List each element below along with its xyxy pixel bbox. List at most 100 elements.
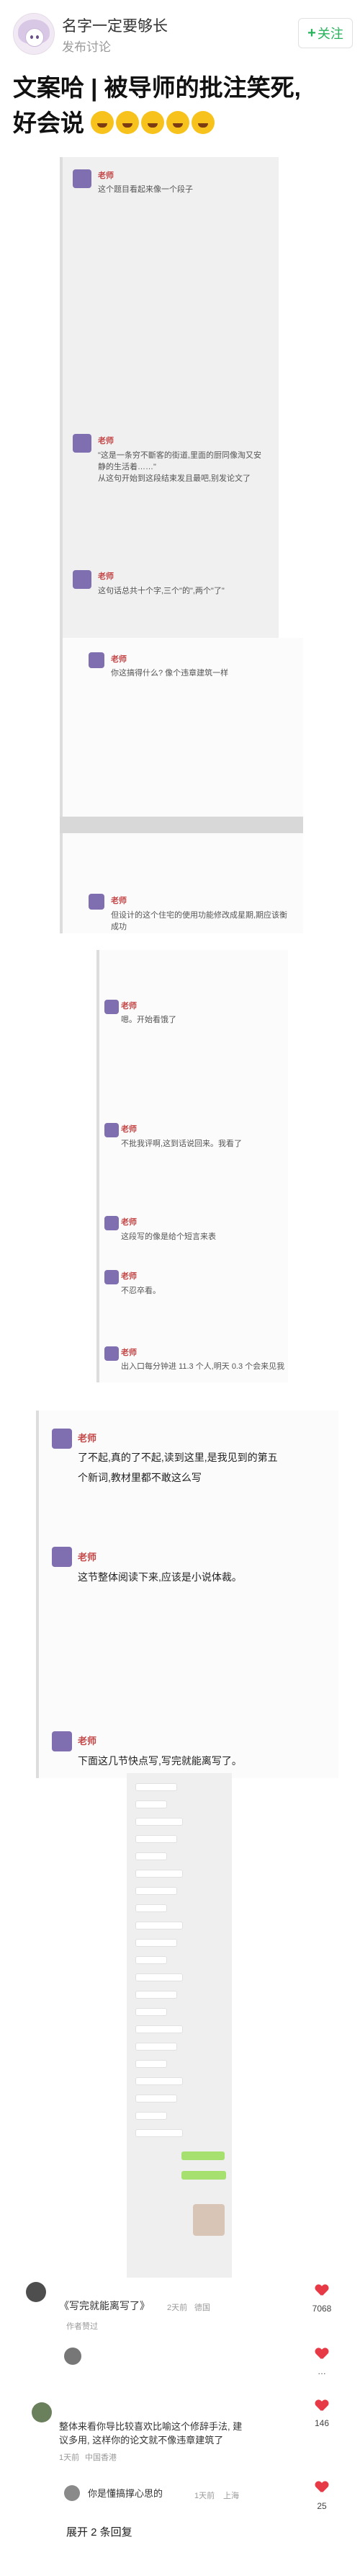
like-heart-icon[interactable] bbox=[315, 2482, 328, 2493]
comment-screenshot-1 bbox=[60, 157, 279, 640]
chat-message-line bbox=[135, 2025, 183, 2033]
commenter-avatar[interactable] bbox=[64, 2485, 80, 2501]
author-name[interactable]: 名字一定要够长 bbox=[62, 14, 168, 36]
post-subtitle: 发布讨论 bbox=[62, 40, 111, 54]
comment-time: 2天前 bbox=[167, 2304, 188, 2312]
annotation-text: 你这搞得什么? 像个违章建筑一样 bbox=[111, 669, 229, 678]
like-count: 25 bbox=[317, 2501, 327, 2511]
comment-text: 整体来看你导比较喜欢比喻这个修辞手法, 建 bbox=[59, 2421, 243, 2432]
chat-message-line bbox=[135, 1887, 177, 1895]
post-header: 名字一定要够长 发布讨论 + 关注 bbox=[0, 0, 360, 65]
comment-text: 议多用, 这样你的论文就不像违章建筑了 bbox=[59, 2435, 224, 2446]
teacher-label: 老师 bbox=[121, 1349, 137, 1357]
chat-message-line bbox=[135, 1991, 177, 1999]
avatar-face-icon bbox=[25, 28, 44, 47]
chat-message-line bbox=[135, 1973, 183, 1981]
title-line-1: 文案哈 | 被导师的批注笑死, bbox=[13, 74, 301, 101]
comment-avatar-icon bbox=[52, 1547, 72, 1567]
annotation-text: 这节整体阅读下来,应该是小说体裁。 bbox=[78, 1571, 242, 1583]
chat-message-line bbox=[135, 1783, 177, 1791]
avatar-eye-icon bbox=[36, 35, 39, 39]
teacher-label: 老师 bbox=[98, 437, 114, 445]
annotation-text: 不忍卒看。 bbox=[121, 1287, 161, 1295]
annotation-text: 这个题目看起来像一个段子 bbox=[98, 185, 193, 194]
annotation-text: 不批我评啊,这到话说回来。我看了 bbox=[121, 1140, 243, 1148]
follow-button[interactable]: + 关注 bbox=[298, 18, 353, 48]
comment-time: 1天前 bbox=[194, 2492, 215, 2500]
divider-band bbox=[60, 817, 303, 833]
chat-message-line bbox=[135, 1956, 167, 1964]
annotation-text: 个新词,教材里都不敢这么写 bbox=[78, 1472, 202, 1483]
annotation-text: 但设计的这个住宅的使用功能修改成星期,期应该衡 bbox=[111, 911, 288, 920]
expand-replies-link[interactable]: 展开 2 条回复 bbox=[66, 2524, 132, 2539]
annotation-text: 从这句开始到这段结束发且最吧,别发论文了 bbox=[98, 474, 251, 483]
chat-message-line bbox=[135, 1904, 167, 1912]
teacher-label: 老师 bbox=[111, 897, 127, 905]
teacher-label: 老师 bbox=[121, 1272, 137, 1281]
teacher-label: 老师 bbox=[121, 1002, 137, 1011]
chat-message-line bbox=[135, 2043, 177, 2051]
chat-message-line bbox=[135, 2008, 167, 2016]
comment-avatar-icon bbox=[104, 1346, 119, 1361]
chat-bubble bbox=[181, 2171, 226, 2180]
teacher-label: 老师 bbox=[78, 1552, 97, 1563]
post-title: 文案哈 | 被导师的批注笑死, 好会说 bbox=[13, 70, 351, 141]
teacher-label: 老师 bbox=[78, 1433, 97, 1444]
annotation-text: 这句话总共十个字,三个"的",两个"了" bbox=[98, 587, 225, 595]
annotation-text: 成功 bbox=[111, 923, 127, 931]
annotation-text: 下面这几节快点写,写完就能离写了。 bbox=[78, 1755, 242, 1767]
comment-text: 你是懂搞撑心思的 bbox=[88, 2488, 163, 2499]
comment-avatar-icon bbox=[89, 894, 104, 910]
comment-location: 德国 bbox=[194, 2304, 210, 2312]
chat-message-line bbox=[135, 2112, 167, 2120]
comment-avatar-icon bbox=[73, 570, 91, 589]
comment-avatar-icon bbox=[104, 1216, 119, 1230]
chat-message-line bbox=[135, 2129, 183, 2137]
commenter-avatar[interactable] bbox=[64, 2348, 81, 2365]
chat-photo bbox=[193, 2204, 225, 2236]
chat-message-line bbox=[135, 1922, 183, 1929]
chat-bubble bbox=[181, 2151, 225, 2160]
comment-avatar-icon bbox=[104, 1123, 119, 1137]
chat-message-line bbox=[135, 1818, 183, 1826]
plus-icon: + bbox=[307, 25, 316, 41]
laugh-emoji-icon bbox=[166, 111, 190, 134]
chat-message-line bbox=[135, 2095, 177, 2102]
teacher-label: 老师 bbox=[98, 572, 114, 581]
comment-time: 1天前 bbox=[59, 2453, 80, 2462]
author-avatar[interactable] bbox=[13, 13, 55, 55]
like-heart-icon[interactable] bbox=[315, 2400, 328, 2412]
teacher-label: 老师 bbox=[98, 172, 114, 180]
chat-message-line bbox=[135, 1800, 167, 1808]
laugh-emoji-icon bbox=[91, 111, 114, 134]
teacher-label: 老师 bbox=[111, 655, 127, 664]
commenter-avatar[interactable] bbox=[32, 2402, 52, 2422]
chat-message-line bbox=[135, 1852, 167, 1860]
laugh-emoji-icon bbox=[192, 111, 215, 134]
avatar-eye-icon bbox=[30, 35, 33, 39]
title-line-2: 好会说 bbox=[13, 110, 84, 136]
like-count: 7068 bbox=[312, 2304, 332, 2314]
laugh-emoji-icon bbox=[116, 111, 140, 134]
chat-message-line bbox=[135, 1870, 183, 1878]
annotation-text: "这是一条穷不斷客的街道,里面的厨同像淘又安 bbox=[98, 451, 261, 460]
like-heart-icon[interactable] bbox=[315, 2348, 328, 2360]
chat-message-line bbox=[135, 2060, 167, 2068]
teacher-label: 老师 bbox=[121, 1125, 137, 1134]
like-count: 146 bbox=[314, 2418, 330, 2428]
chat-message-line bbox=[135, 2077, 183, 2085]
author-liked-label: 作者赞过 bbox=[66, 2322, 98, 2331]
comment-location: 中国香港 bbox=[85, 2453, 117, 2462]
laugh-emoji-icon bbox=[141, 111, 165, 134]
comment-avatar-icon bbox=[104, 1000, 119, 1014]
commenter-avatar[interactable] bbox=[26, 2282, 46, 2302]
comment-text: 《写完就能离写了》 bbox=[59, 2300, 150, 2311]
like-heart-icon[interactable] bbox=[315, 2285, 328, 2296]
chat-message-line bbox=[135, 1835, 177, 1843]
like-count: … bbox=[318, 2366, 326, 2376]
comment-avatar-icon bbox=[89, 652, 104, 668]
annotation-text: 出入口每分钟进 11.3 个人,明天 0.3 个会来见我 bbox=[121, 1362, 285, 1371]
comment-avatar-icon bbox=[73, 169, 91, 188]
comment-avatar-icon bbox=[104, 1270, 119, 1284]
comment-avatar-icon bbox=[52, 1429, 72, 1449]
